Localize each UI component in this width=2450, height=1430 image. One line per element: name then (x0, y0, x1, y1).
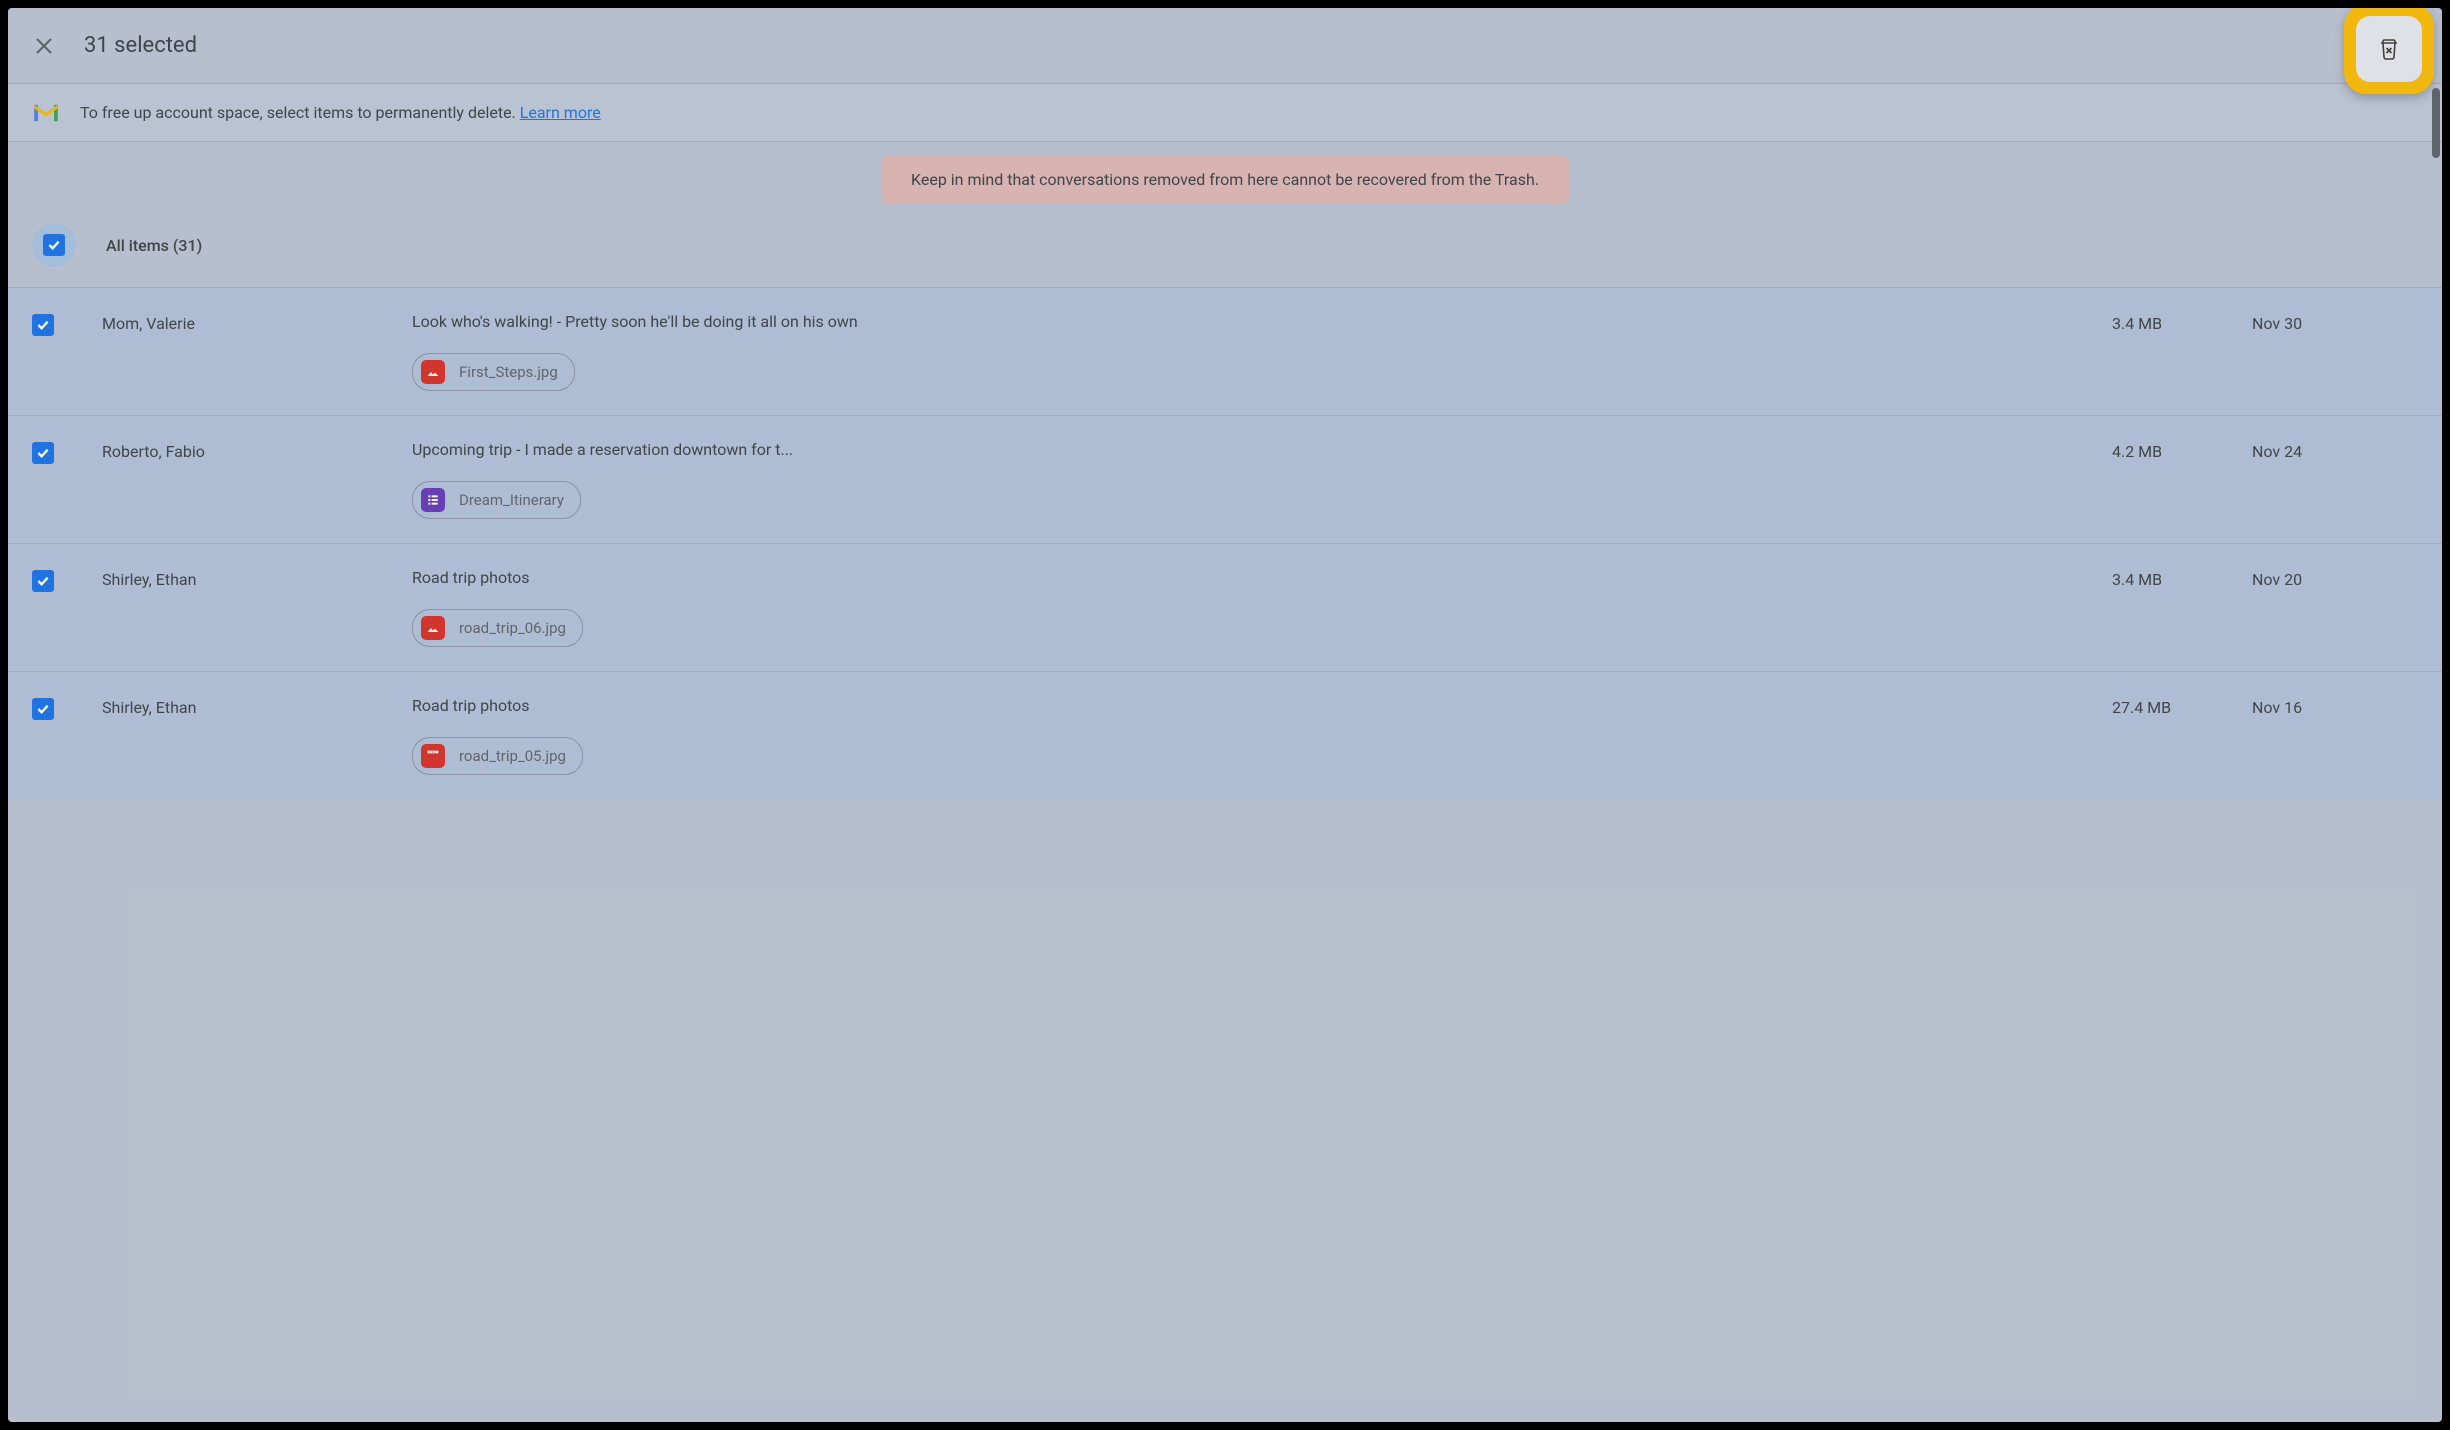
doc-icon (421, 488, 445, 512)
delete-forever-icon (2377, 37, 2401, 61)
check-icon (46, 237, 62, 253)
date: Nov 30 (2252, 312, 2422, 333)
row-checkbox[interactable] (32, 314, 54, 336)
subject: Road trip photos (412, 568, 2112, 587)
sender: Mom, Valerie (102, 312, 412, 333)
video-icon (421, 744, 445, 768)
info-banner: To free up account space, select items t… (8, 84, 2442, 142)
attachment-name: road_trip_06.jpg (459, 619, 566, 637)
all-items-label: All items (31) (106, 236, 202, 255)
size: 3.4 MB (2112, 568, 2252, 589)
subject: Upcoming trip - I made a reservation dow… (412, 440, 2112, 459)
row-checkbox[interactable] (32, 698, 54, 720)
learn-more-link[interactable]: Learn more (520, 103, 601, 122)
row-checkbox[interactable] (32, 570, 54, 592)
sender: Shirley, Ethan (102, 568, 412, 589)
attachment-chip[interactable]: First_Steps.jpg (412, 353, 575, 391)
size: 27.4 MB (2112, 696, 2252, 717)
check-icon (35, 445, 51, 461)
selection-toolbar: 31 selected (8, 8, 2442, 84)
delete-forever-button[interactable] (2356, 16, 2422, 82)
attachment-name: road_trip_05.jpg (459, 747, 566, 765)
delete-button-highlight (2344, 8, 2434, 94)
info-text-content: To free up account space, select items t… (80, 103, 520, 122)
list-item[interactable]: Roberto, Fabio Upcoming trip - I made a … (8, 415, 2442, 543)
list-item[interactable]: Shirley, Ethan Road trip photos road_tri… (8, 671, 2442, 799)
check-icon (35, 573, 51, 589)
date: Nov 16 (2252, 696, 2422, 717)
attachment-chip[interactable]: road_trip_06.jpg (412, 609, 583, 647)
all-items-row: All items (31) (8, 213, 2442, 287)
image-icon (421, 360, 445, 384)
gmail-icon (32, 102, 60, 124)
list-item[interactable]: Mom, Valerie Look who's walking! - Prett… (8, 287, 2442, 415)
attachment-chip[interactable]: Dream_Itinerary (412, 481, 581, 519)
check-icon (35, 317, 51, 333)
attachment-name: First_Steps.jpg (459, 363, 558, 381)
warning-banner: Keep in mind that conversations removed … (881, 156, 1569, 203)
date: Nov 20 (2252, 568, 2422, 589)
item-list: Mom, Valerie Look who's walking! - Prett… (8, 287, 2442, 799)
selection-count: 31 selected (84, 33, 197, 58)
size: 3.4 MB (2112, 312, 2252, 333)
info-text: To free up account space, select items t… (80, 103, 601, 122)
image-icon (421, 616, 445, 640)
row-checkbox[interactable] (32, 442, 54, 464)
sender: Shirley, Ethan (102, 696, 412, 717)
select-all-container (32, 223, 76, 267)
list-item[interactable]: Shirley, Ethan Road trip photos road_tri… (8, 543, 2442, 671)
size: 4.2 MB (2112, 440, 2252, 461)
sender: Roberto, Fabio (102, 440, 412, 461)
check-icon (35, 701, 51, 717)
attachment-name: Dream_Itinerary (459, 491, 564, 509)
scrollbar-thumb[interactable] (2432, 88, 2440, 158)
date: Nov 24 (2252, 440, 2422, 461)
attachment-chip[interactable]: road_trip_05.jpg (412, 737, 583, 775)
subject: Look who's walking! - Pretty soon he'll … (412, 312, 2112, 331)
select-all-checkbox[interactable] (43, 234, 65, 256)
close-icon[interactable] (32, 34, 56, 58)
subject: Road trip photos (412, 696, 2112, 715)
